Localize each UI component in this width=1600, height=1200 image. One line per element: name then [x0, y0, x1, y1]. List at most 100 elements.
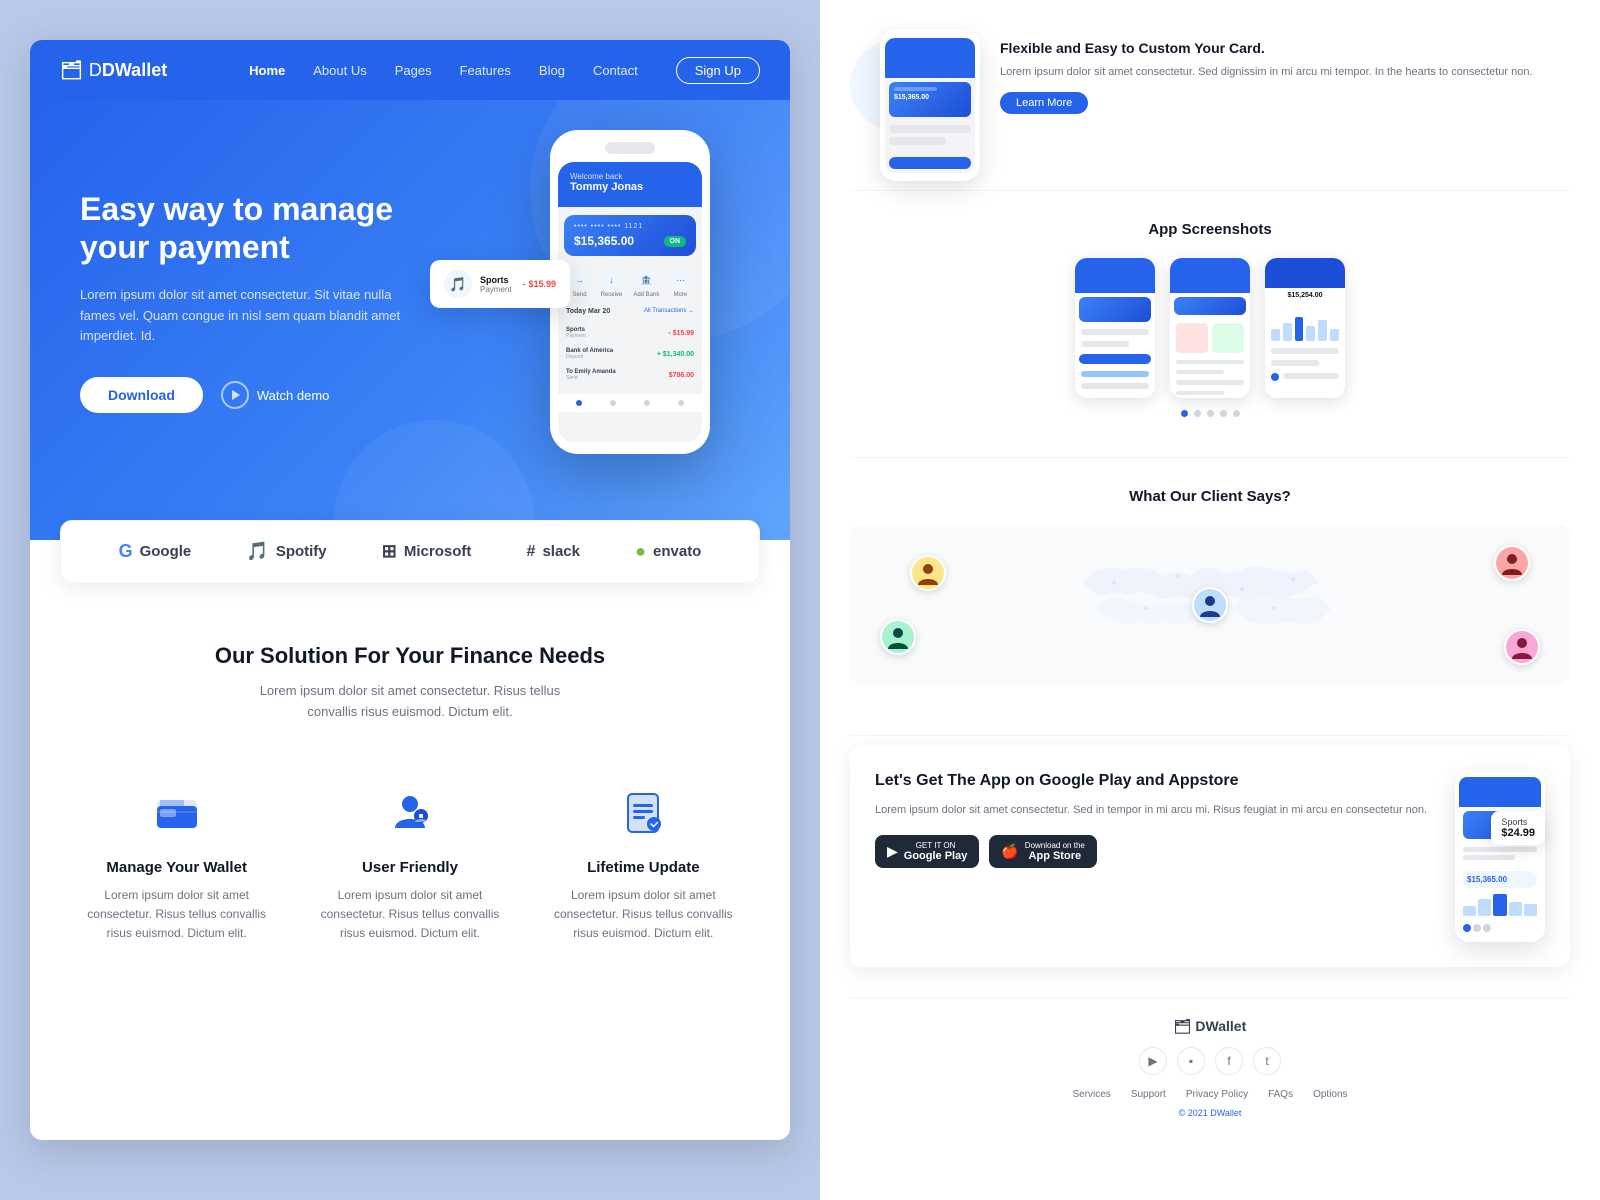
- ap-amount: $15,365.00: [1467, 875, 1533, 884]
- nav-blog[interactable]: Blog: [539, 63, 565, 78]
- phone-welcome: Welcome back: [570, 172, 690, 181]
- ss2-row4: [1176, 391, 1224, 395]
- divider-1: [850, 190, 1570, 191]
- row-1: [889, 125, 971, 133]
- solution-section: Our Solution For Your Finance Needs Lore…: [30, 583, 790, 1003]
- divider-2: [850, 457, 1570, 458]
- clients-title: What Our Client Says?: [850, 488, 1570, 505]
- ss1-row2: [1081, 341, 1129, 347]
- download-button[interactable]: Download: [80, 377, 203, 413]
- action-more-label: More: [670, 292, 690, 298]
- appstore-section: Let's Get The App on Google Play and App…: [850, 746, 1570, 967]
- dot-2[interactable]: [1194, 410, 1201, 417]
- screenshots-title: App Screenshots: [850, 221, 1570, 238]
- flexible-card-section: $15,365.00 Flexible and Easy to Custom Y…: [850, 20, 1570, 160]
- action-more: ⋯ More: [670, 270, 690, 298]
- footer-options[interactable]: Options: [1313, 1089, 1347, 1100]
- footer-logo-text: DWallet: [1195, 1018, 1246, 1034]
- action-addbank-label: Add Bank: [633, 292, 659, 298]
- nav-features[interactable]: Features: [460, 63, 511, 78]
- floating-card-info: Sports Payment: [480, 275, 512, 294]
- ss2-row1: [1176, 360, 1244, 364]
- social-youtube[interactable]: ▶: [1139, 1047, 1167, 1075]
- toggle-on: ON: [664, 236, 687, 247]
- ss1-row3: [1081, 371, 1149, 377]
- dot-4[interactable]: [1220, 410, 1227, 417]
- features-grid: Manage Your Wallet Lorem ipsum dolor sit…: [70, 773, 750, 954]
- feature-update: Lifetime Update Lorem ipsum dolor sit am…: [537, 773, 750, 954]
- play-triangle: [232, 390, 240, 400]
- ap-dot2: [1473, 924, 1481, 932]
- feature-user-desc: Lorem ipsum dolor sit amet consectetur. …: [313, 886, 506, 944]
- footer-services[interactable]: Services: [1072, 1089, 1110, 1100]
- nav-about[interactable]: About Us: [313, 63, 366, 78]
- small-phone-header: [885, 38, 975, 78]
- download-on-label: Download on the: [1025, 841, 1085, 850]
- tx-item-sports: Sports Payment - $15.99: [566, 323, 694, 344]
- social-facebook[interactable]: f: [1215, 1047, 1243, 1075]
- nav-dot-1: [576, 400, 582, 406]
- nav-pages[interactable]: Pages: [395, 63, 432, 78]
- phone-notch: [605, 142, 655, 154]
- footer-support[interactable]: Support: [1131, 1089, 1166, 1100]
- user-icon-wrap: [380, 783, 440, 843]
- more-icon: ⋯: [670, 270, 690, 290]
- navbar: 🗂 DDWallet Home About Us Pages Features …: [30, 40, 790, 100]
- ss3-bar2: [1283, 323, 1292, 341]
- right-panel: $15,365.00 Flexible and Easy to Custom Y…: [820, 0, 1600, 1200]
- action-receive: ↓ Receive: [601, 270, 623, 298]
- learn-more-button[interactable]: Learn More: [1000, 92, 1088, 114]
- screenshot-2: [1170, 258, 1250, 398]
- footer-privacy[interactable]: Privacy Policy: [1186, 1089, 1248, 1100]
- app-store-button[interactable]: 🍎 Download on the App Store: [989, 835, 1096, 868]
- ap-bar1: [1463, 906, 1476, 916]
- ss1-card: [1079, 297, 1151, 322]
- tx-item-boa: Bank of America Deposit + $1,340.00: [566, 344, 694, 365]
- appstore-desc: Lorem ipsum dolor sit amet consectetur. …: [875, 802, 1435, 820]
- app-store-label: App Store: [1025, 850, 1085, 862]
- card-line-1: [894, 87, 937, 91]
- world-map-container: [850, 525, 1570, 685]
- floating-icon: 🎵: [444, 270, 472, 298]
- copyright-year: © 2021: [1179, 1108, 1208, 1118]
- phone-card-num: •••• •••• •••• 1121: [574, 223, 686, 230]
- ss3-dot: [1271, 373, 1279, 381]
- hero-text: Easy way to manage your payment Lorem ip…: [80, 160, 420, 413]
- ss3-label: $15,254.00: [1271, 292, 1339, 299]
- ss3-bar3: [1295, 317, 1304, 341]
- footer-faqs[interactable]: FAQs: [1268, 1089, 1293, 1100]
- get-it-on-label: GET IT ON: [904, 841, 968, 850]
- client-avatar-3: [880, 619, 916, 655]
- brand-spotify: 🎵 Spotify: [246, 541, 326, 562]
- card-amount: $15,365.00: [894, 94, 966, 101]
- action-receive-label: Receive: [601, 292, 623, 298]
- hero-section: Easy way to manage your payment Lorem ip…: [30, 100, 790, 540]
- ap-bar4: [1509, 902, 1522, 916]
- brand-slack: # slack: [527, 543, 580, 561]
- social-twitter[interactable]: ▪: [1177, 1047, 1205, 1075]
- nav-dot-4: [678, 400, 684, 406]
- watch-demo-button[interactable]: Watch demo: [221, 381, 330, 409]
- play-icon: [221, 381, 249, 409]
- phone-balance: $15,365.00: [574, 234, 634, 248]
- dot-5[interactable]: [1233, 410, 1240, 417]
- dot-3[interactable]: [1207, 410, 1214, 417]
- small-phone-rows: [885, 121, 975, 153]
- social-twitter2[interactable]: t: [1253, 1047, 1281, 1075]
- phone-transactions: Today Mar 20 All Transactions → Sports P…: [558, 304, 702, 390]
- nav-logo: 🗂 DDWallet: [60, 60, 167, 81]
- google-play-button[interactable]: ▶ GET IT ON Google Play: [875, 835, 979, 868]
- action-send-label: Send: [570, 292, 590, 298]
- envato-icon: ●: [635, 541, 646, 562]
- avatar-svg-3: [882, 621, 914, 653]
- screenshot-1: [1075, 258, 1155, 398]
- nav-home[interactable]: Home: [249, 63, 285, 78]
- ss2-row3: [1176, 380, 1244, 384]
- signup-button[interactable]: Sign Up: [676, 57, 760, 84]
- nav-contact[interactable]: Contact: [593, 63, 638, 78]
- feature-update-desc: Lorem ipsum dolor sit amet consectetur. …: [547, 886, 740, 944]
- tx-item-emily: To Emily Amanda Send $786.00: [566, 365, 694, 386]
- brand-envato: ● envato: [635, 541, 701, 562]
- appstore-text: Let's Get The App on Google Play and App…: [875, 771, 1435, 868]
- dot-1[interactable]: [1181, 410, 1188, 417]
